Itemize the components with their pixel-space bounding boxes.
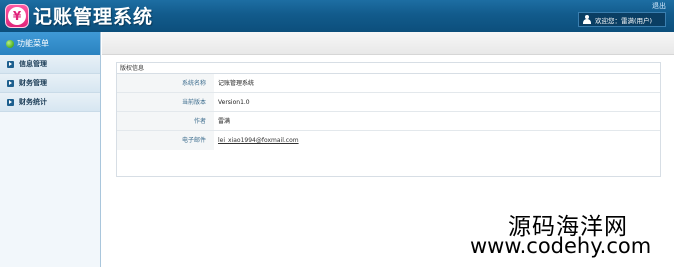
logout-link[interactable]: 退出 <box>652 1 666 11</box>
panel-title: 版权信息 <box>117 63 660 74</box>
sidebar-item-label: 信息管理 <box>19 60 47 68</box>
app-logo: ¥ 记账管理系统 <box>5 3 153 28</box>
sidebar-header: 功能菜单 <box>0 32 100 55</box>
sidebar-header-label: 功能菜单 <box>17 39 49 48</box>
arrow-right-icon <box>7 98 14 106</box>
sidebar-item-label: 财务统计 <box>19 98 47 106</box>
info-row: 当前版本 Version1.0 <box>117 93 660 112</box>
email-link[interactable]: lei_xiao1994@foxmail.com <box>218 137 299 144</box>
sidebar-item-stats[interactable]: 财务统计 <box>0 93 100 112</box>
welcome-text: 欢迎您：雷满(用户) <box>595 16 653 25</box>
row-label: 系统名称 <box>117 74 214 92</box>
user-icon <box>583 15 591 24</box>
arrow-right-icon <box>7 60 14 68</box>
row-label: 作者 <box>117 112 214 130</box>
info-row: 作者 雷满 <box>117 112 660 131</box>
version-value: Version1.0 <box>218 99 250 106</box>
row-label: 电子邮件 <box>117 131 214 150</box>
app-header: ¥ 记账管理系统 退出 欢迎您：雷满(用户) <box>0 0 674 32</box>
sidebar: 功能菜单 信息管理 财务管理 财务统计 <box>0 32 101 267</box>
sidebar-item-label: 财务管理 <box>19 79 47 87</box>
copyright-panel: 版权信息 系统名称 记账管理系统 当前版本 Version1.0 作者 雷满 电… <box>116 62 661 177</box>
system-name-value: 记账管理系统 <box>218 80 255 87</box>
yen-logo-icon: ¥ <box>5 3 29 28</box>
leaf-icon <box>6 39 14 48</box>
welcome-box: 欢迎您：雷满(用户) <box>578 12 666 27</box>
info-row: 电子邮件 lei_xiao1994@foxmail.com <box>117 131 660 150</box>
app-title: 记账管理系统 <box>33 6 154 28</box>
row-label: 当前版本 <box>117 93 214 111</box>
sidebar-item-finance[interactable]: 财务管理 <box>0 74 100 93</box>
sidebar-item-info[interactable]: 信息管理 <box>0 55 100 74</box>
info-row: 系统名称 记账管理系统 <box>117 74 660 93</box>
main-topbar <box>102 32 674 55</box>
arrow-right-icon <box>7 79 14 87</box>
author-value: 雷满 <box>218 118 231 125</box>
watermark-url: www.codehy.com <box>470 234 652 258</box>
